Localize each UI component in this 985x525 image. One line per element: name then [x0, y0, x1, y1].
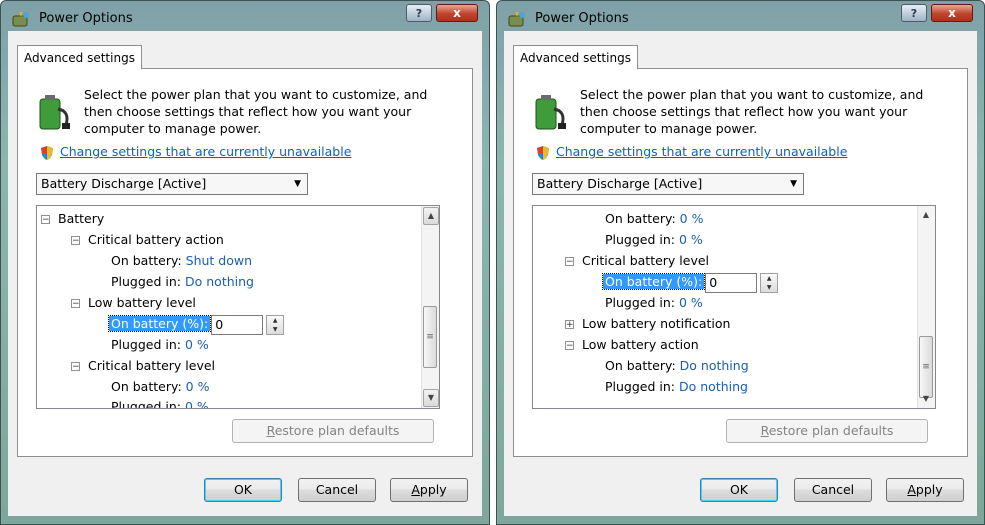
- restore-plan-defaults-button[interactable]: Restore plan defaults: [232, 419, 434, 443]
- scroll-thumb[interactable]: ≡: [423, 306, 437, 368]
- apply-button[interactable]: Apply: [886, 478, 964, 502]
- help-button[interactable]: ?: [406, 4, 432, 22]
- collapse-icon[interactable]: −: [565, 341, 574, 351]
- plan-selected-value: Battery Discharge [Active]: [537, 176, 703, 191]
- tree-setting-row[interactable]: On battery: Shut down: [111, 252, 252, 270]
- battery-plug-icon: [39, 95, 70, 130]
- power-options-icon: [508, 12, 525, 27]
- restore-plan-defaults-button[interactable]: Restore plan defaults: [726, 419, 928, 443]
- apply-button[interactable]: Apply: [390, 478, 468, 502]
- plan-dropdown[interactable]: Battery Discharge [Active] ▼: [532, 173, 804, 195]
- ok-button[interactable]: OK: [204, 478, 282, 502]
- plan-selected-value: Battery Discharge [Active]: [41, 176, 207, 191]
- scroll-thumb[interactable]: ≡: [919, 336, 933, 398]
- shield-icon: [41, 146, 53, 160]
- dialog-body: Advanced settings Select the power plan …: [504, 31, 977, 516]
- intro-description: Select the power plan that you want to c…: [580, 87, 924, 136]
- scroll-up-icon[interactable]: ▲: [919, 207, 933, 223]
- collapse-icon[interactable]: −: [71, 362, 80, 372]
- setting-value-link[interactable]: Do nothing: [185, 274, 254, 289]
- tree-node-low-battery-action[interactable]: − Low battery action: [565, 336, 699, 354]
- settings-tree[interactable]: − Battery − Critical battery action On bat…: [36, 205, 440, 409]
- chevron-down-icon: ▼: [790, 179, 797, 189]
- chevron-down-icon: ▼: [294, 179, 301, 189]
- tree-node-critical-battery-level[interactable]: − Critical battery level: [565, 252, 709, 270]
- tab-panel: Select the power plan that you want to c…: [513, 68, 968, 457]
- selected-setting-label: On battery (%):: [601, 273, 706, 290]
- change-settings-link[interactable]: Change settings that are currently unava…: [556, 144, 847, 159]
- intro-description: Select the power plan that you want to c…: [84, 87, 428, 136]
- collapse-icon[interactable]: −: [41, 215, 50, 225]
- collapse-icon[interactable]: −: [71, 236, 80, 246]
- window-title: Power Options: [535, 11, 629, 26]
- cancel-button[interactable]: Cancel: [794, 478, 872, 502]
- tree-setting-row[interactable]: Plugged in: 0 %: [111, 398, 209, 408]
- setting-value-link[interactable]: 0 %: [679, 232, 703, 247]
- scroll-down-icon[interactable]: ▼: [919, 391, 933, 407]
- selected-setting-label: On battery (%):: [107, 315, 212, 332]
- setting-value-link[interactable]: 0 %: [186, 379, 210, 394]
- shield-icon: [537, 146, 549, 160]
- tree-node-critical-battery-action[interactable]: − Critical battery action: [71, 231, 224, 249]
- tree-setting-row-editing[interactable]: On battery (%): 0 ▲ ▼: [601, 271, 779, 293]
- tree-node-battery[interactable]: − Battery: [41, 210, 104, 228]
- tree-node-low-battery-notification[interactable]: + Low battery notification: [565, 315, 730, 333]
- collapse-icon[interactable]: −: [71, 299, 80, 309]
- setting-value-link[interactable]: Do nothing: [680, 358, 749, 373]
- tree-setting-row[interactable]: Plugged in: 0 %: [605, 231, 703, 249]
- tree-node-low-battery-level[interactable]: − Low battery level: [71, 294, 196, 312]
- scroll-up-icon[interactable]: ▲: [423, 207, 439, 225]
- battery-plug-icon: [535, 95, 566, 130]
- tree-setting-row[interactable]: Plugged in: 0 %: [605, 294, 703, 312]
- setting-value-link[interactable]: 0 %: [185, 399, 209, 408]
- vertical-scrollbar[interactable]: ▲ ≡ ▼: [421, 206, 439, 408]
- setting-value-link[interactable]: Do nothing: [679, 379, 748, 394]
- settings-tree[interactable]: On battery: 0 % Plugged in: 0 % − Critica…: [532, 205, 936, 409]
- expand-icon[interactable]: +: [565, 320, 574, 330]
- tab-panel: Select the power plan that you want to c…: [17, 68, 473, 457]
- help-button[interactable]: ?: [901, 4, 927, 22]
- ok-button[interactable]: OK: [700, 478, 778, 502]
- spinner-updown-icon[interactable]: ▲ ▼: [266, 314, 285, 335]
- spinner-updown-icon[interactable]: ▲ ▼: [760, 272, 779, 293]
- scroll-down-icon[interactable]: ▼: [423, 389, 439, 407]
- power-options-icon: [12, 12, 29, 27]
- cancel-button[interactable]: Cancel: [298, 478, 376, 502]
- tree-setting-row[interactable]: Plugged in: Do nothing: [111, 273, 254, 291]
- setting-value-link[interactable]: 0 %: [679, 295, 703, 310]
- window-title: Power Options: [39, 11, 133, 26]
- dialog-body: Advanced settings Select the power plan …: [8, 31, 482, 516]
- power-options-window-right: Power Options ? x Advanced settings Sele…: [496, 0, 985, 525]
- plan-dropdown[interactable]: Battery Discharge [Active] ▼: [36, 173, 308, 195]
- tree-setting-row-editing[interactable]: On battery (%): 0 ▲ ▼: [107, 313, 285, 335]
- tree-setting-row[interactable]: Plugged in: 0 %: [111, 336, 209, 354]
- setting-value-link[interactable]: 0 %: [185, 337, 209, 352]
- tree-setting-row[interactable]: On battery: 0 %: [605, 210, 703, 228]
- close-button[interactable]: x: [931, 4, 973, 22]
- vertical-scrollbar[interactable]: ▲ ≡ ▼: [917, 206, 935, 408]
- tree-setting-row[interactable]: Plugged in: Do nothing: [605, 378, 748, 396]
- collapse-icon[interactable]: −: [565, 257, 574, 267]
- tab-advanced-settings[interactable]: Advanced settings: [513, 45, 638, 69]
- setting-value-link[interactable]: 0 %: [680, 211, 704, 226]
- change-settings-link[interactable]: Change settings that are currently unava…: [60, 144, 351, 159]
- tree-node-critical-battery-level[interactable]: − Critical battery level: [71, 357, 215, 375]
- close-button[interactable]: x: [436, 4, 478, 22]
- tab-advanced-settings[interactable]: Advanced settings: [17, 45, 142, 69]
- tree-setting-row[interactable]: On battery: Do nothing: [605, 357, 749, 375]
- percent-input[interactable]: 0: [211, 314, 264, 335]
- tree-setting-row[interactable]: On battery: 0 %: [111, 378, 209, 396]
- setting-value-link[interactable]: Shut down: [186, 253, 252, 268]
- percent-input[interactable]: 0: [705, 272, 758, 293]
- power-options-window-left: Power Options ? x Advanced settings Sele…: [0, 0, 490, 525]
